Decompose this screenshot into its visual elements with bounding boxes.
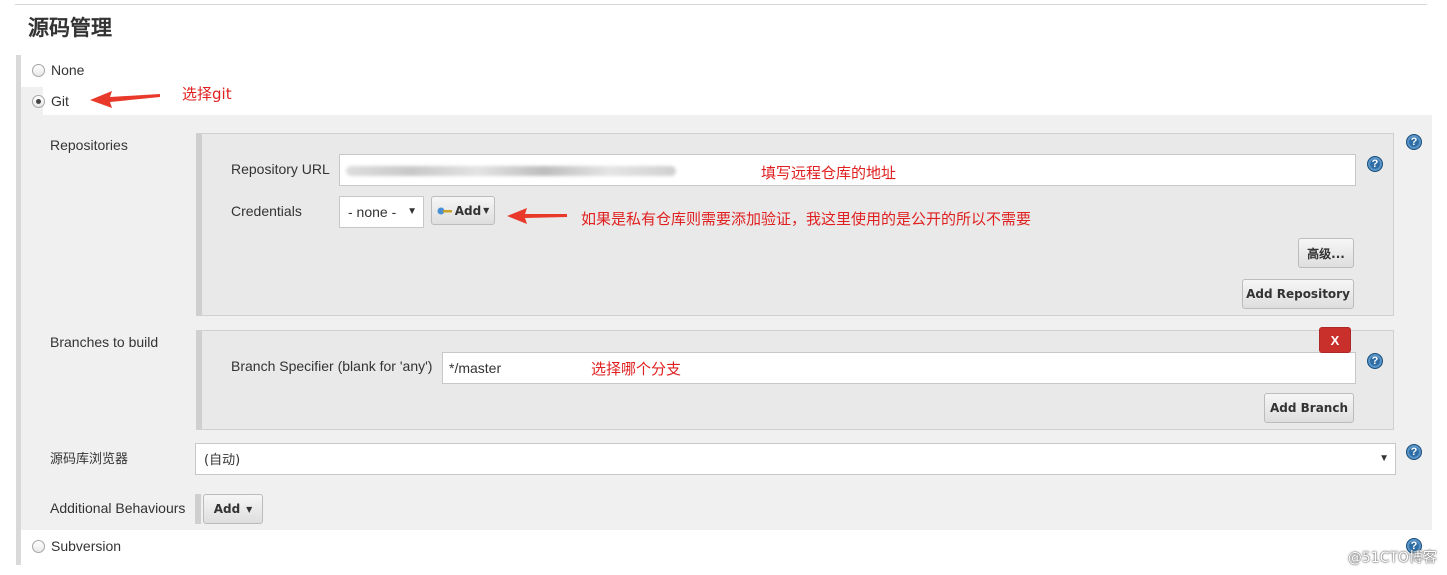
radio-subversion-label: Subversion: [51, 538, 122, 554]
radio-git-row[interactable]: Git: [32, 93, 69, 109]
advanced-button-label: 高级...: [1307, 246, 1345, 261]
help-icon[interactable]: ?: [1367, 353, 1383, 369]
branch-specifier-label: Branch Specifier (blank for 'any'): [231, 358, 433, 374]
section-title: 源码管理: [28, 16, 112, 40]
red-arrow-icon: [90, 91, 160, 108]
repo-browser-label: 源码库浏览器: [50, 452, 129, 467]
radio-subversion-row[interactable]: Subversion: [32, 538, 121, 554]
branch-specifier-input[interactable]: */master: [442, 352, 1356, 384]
help-icon[interactable]: ?: [1406, 134, 1422, 150]
credentials-select[interactable]: - none - ▼: [339, 196, 424, 228]
radio-git[interactable]: [32, 94, 45, 108]
additional-behaviours-bar: [195, 494, 201, 524]
annotation-choose-branch: 选择哪个分支: [591, 360, 682, 378]
branches-label: Branches to build: [50, 334, 159, 350]
red-arrow-icon: [507, 208, 567, 224]
credentials-selected-value: - none -: [348, 204, 397, 220]
annotation-choose-git: 选择git: [182, 85, 232, 103]
chevron-down-icon: ▼: [407, 206, 417, 217]
chevron-down-icon: ▼: [1379, 453, 1389, 464]
radio-git-label: Git: [51, 93, 69, 109]
help-icon[interactable]: ?: [1406, 444, 1422, 460]
repository-url-label: Repository URL: [231, 161, 330, 177]
credentials-label: Credentials: [231, 203, 302, 219]
top-divider: [15, 4, 1427, 5]
repositories-label: Repositories: [50, 137, 128, 153]
radio-none[interactable]: [32, 63, 45, 77]
credentials-add-button[interactable]: Add ▼: [431, 196, 495, 225]
watermark: @51CTO博客: [1347, 550, 1437, 566]
chevron-down-icon: ▼: [483, 206, 490, 215]
delete-branch-button[interactable]: X: [1319, 327, 1351, 353]
chevron-down-icon: ▼: [246, 504, 253, 514]
annotation-credentials-note: 如果是私有仓库则需要添加验证，我这里使用的是公开的所以不需要: [581, 210, 1032, 228]
credentials-add-label: Add: [454, 203, 482, 218]
add-branch-button[interactable]: Add Branch: [1264, 393, 1354, 423]
additional-behaviours-add-button[interactable]: Add ▼: [203, 494, 263, 524]
branch-panel: Branch Specifier (blank for 'any') */mas…: [196, 330, 1394, 430]
key-icon: [437, 207, 452, 214]
advanced-button[interactable]: 高级...: [1298, 238, 1354, 268]
add-repository-button[interactable]: Add Repository: [1242, 279, 1354, 309]
additional-behaviours-label: Additional Behaviours: [50, 500, 186, 516]
add-repository-label: Add Repository: [1246, 287, 1350, 301]
radio-none-row[interactable]: None: [32, 62, 84, 78]
delete-branch-label: X: [1330, 332, 1340, 348]
add-branch-label: Add Branch: [1269, 401, 1348, 415]
repo-browser-selected-value: (自动): [204, 453, 241, 468]
redacted-url: [346, 166, 676, 176]
branch-specifier-value: */master: [449, 360, 502, 376]
additional-add-label: Add: [213, 502, 241, 516]
radio-none-label: None: [51, 62, 85, 78]
repo-browser-select[interactable]: (自动) ▼: [195, 443, 1396, 475]
annotation-fill-repo-url: 填写远程仓库的地址: [761, 164, 897, 182]
help-icon[interactable]: ?: [1367, 156, 1383, 172]
radio-subversion[interactable]: [32, 539, 45, 553]
